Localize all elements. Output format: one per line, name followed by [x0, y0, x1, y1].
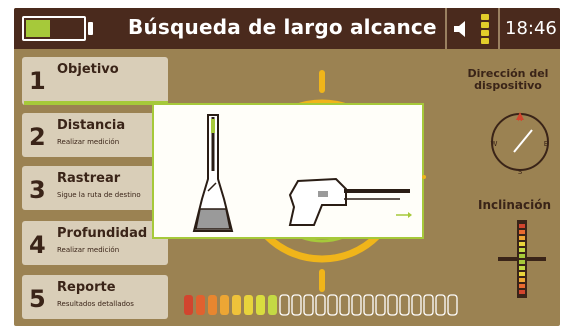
menu-subtitle: Realizar medición [57, 138, 120, 146]
header-divider [498, 8, 500, 49]
meter-segment [256, 295, 265, 315]
meter-segment [208, 295, 217, 315]
meter-segment [327, 294, 338, 316]
meter-segment [423, 294, 434, 316]
menu-item-reporte[interactable]: 5 Reporte Resultados detallados [22, 275, 168, 319]
meter-segment [303, 294, 314, 316]
menu-number: 2 [29, 123, 46, 151]
signal-meter [184, 294, 458, 316]
meter-segment [399, 294, 410, 316]
meter-segment [232, 295, 241, 315]
meter-segment [315, 294, 326, 316]
menu-number: 5 [29, 285, 46, 313]
meter-segment [447, 294, 458, 316]
meter-segment [220, 295, 229, 315]
header-bar: Búsqueda de largo alcance 18:46 [14, 8, 560, 49]
menu-item-distancia[interactable]: 2 Distancia Realizar medición [22, 113, 168, 157]
speaker-icon[interactable] [452, 19, 470, 39]
signal-strength-icon [481, 14, 489, 44]
battery-icon [22, 16, 86, 41]
menu-title: Profundidad [57, 226, 148, 241]
menu-number: 4 [29, 231, 46, 259]
meter-segment [363, 294, 374, 316]
detector-front-icon [192, 114, 234, 232]
device-screen: Búsqueda de largo alcance 18:46 1 Objeti… [14, 8, 560, 326]
compass-n: N [517, 115, 522, 123]
compass-label: Dirección del dispositivo [467, 67, 549, 92]
menu-item-rastrear[interactable]: 3 Rastrear Sigue la ruta de destino [22, 166, 168, 210]
meter-segment [184, 295, 193, 315]
meter-segment [196, 295, 205, 315]
compass-w: W [491, 140, 498, 148]
meter-segment [411, 294, 422, 316]
menu-number: 3 [29, 176, 46, 204]
menu-subtitle: Sigue la ruta de destino [57, 191, 141, 199]
header-divider [445, 8, 447, 49]
clock: 18:46 [505, 18, 557, 39]
meter-segment [244, 295, 253, 315]
menu-title: Reporte [57, 280, 116, 295]
meter-segment [339, 294, 350, 316]
menu-subtitle: Resultados detallados [57, 300, 134, 308]
active-indicator [24, 101, 168, 105]
page-title: Búsqueda de largo alcance [128, 15, 437, 39]
menu-subtitle: Realizar medición [57, 246, 120, 254]
compass-s: S [518, 168, 523, 176]
reticle-tick [422, 175, 426, 179]
meter-segment [375, 294, 386, 316]
battery-tip [88, 22, 93, 35]
tilt-label: Inclinación [478, 198, 552, 212]
tilt-meter-icon [498, 220, 546, 298]
meter-segment [268, 295, 277, 315]
meter-segment [435, 294, 446, 316]
meter-segment [387, 294, 398, 316]
meter-segment [291, 294, 302, 316]
menu-title: Rastrear [57, 171, 121, 186]
menu-title: Objetivo [57, 62, 119, 77]
menu-title: Distancia [57, 118, 126, 133]
compass-icon: N E S W [491, 112, 549, 176]
menu-item-objetivo[interactable]: 1 Objetivo [22, 57, 168, 105]
detector-side-icon [288, 177, 412, 226]
meter-segment [279, 294, 290, 316]
compass-e: E [544, 140, 548, 148]
meter-segment [351, 294, 362, 316]
instruction-overlay [152, 103, 424, 239]
menu-number: 1 [29, 67, 46, 95]
menu-item-profundidad[interactable]: 4 Profundidad Realizar medición [22, 221, 168, 265]
